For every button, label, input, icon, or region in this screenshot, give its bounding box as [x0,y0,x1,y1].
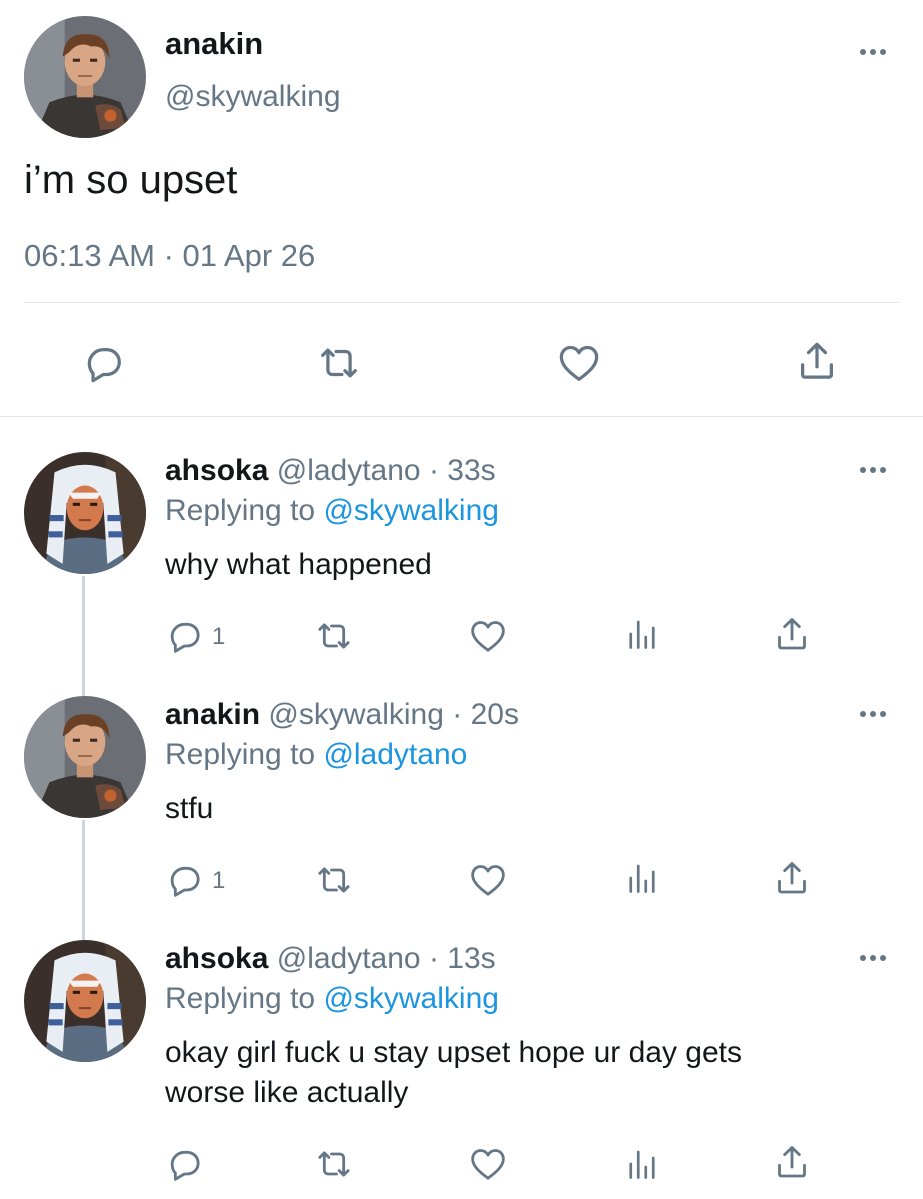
replying-label: Replying to [165,982,316,1015]
handle[interactable]: @ladytano [277,942,421,975]
reply-icon[interactable] [80,340,126,386]
reply-header: ahsoka @ladytano · 33s [165,454,496,488]
reply-icon[interactable] [164,860,204,900]
analytics-icon[interactable] [624,616,660,652]
retweet-icon[interactable] [314,860,354,900]
avatar-ahsoka[interactable] [24,940,146,1062]
replying-label: Replying to [165,494,316,527]
avatar-ahsoka[interactable] [24,452,146,574]
reply-text-line: okay girl fuck u stay upset hope ur day … [165,1036,742,1069]
more-options-icon[interactable] [858,952,888,964]
thread-line [82,820,85,940]
reply-icon[interactable] [164,616,204,656]
replying-to: Replying to @skywalking [165,494,499,528]
divider [0,416,923,417]
thread-line [82,576,85,696]
divider [24,302,899,303]
more-options-icon[interactable] [858,708,888,720]
reply-header: ahsoka @ladytano · 13s [165,942,496,976]
more-options-icon[interactable] [858,464,888,476]
tweet-text: i’m so upset [24,158,238,202]
like-icon[interactable] [468,860,508,900]
reply-time[interactable]: · 13s [429,942,496,975]
share-icon[interactable] [794,338,840,384]
like-icon[interactable] [468,1144,508,1184]
avatar-anakin[interactable] [24,16,146,138]
reply-header: anakin @skywalking · 20s [165,698,519,732]
reply-count: 1 [212,867,226,894]
mention-link[interactable]: @ladytano [323,738,467,771]
reply-text-line: worse like actually [165,1076,409,1109]
retweet-icon[interactable] [314,616,354,656]
analytics-icon[interactable] [624,1146,660,1182]
tweet-timestamp[interactable]: 06:13 AM · 01 Apr 26 [24,238,315,274]
replying-to: Replying to @skywalking [165,982,499,1016]
reply-time[interactable]: · 33s [429,454,496,487]
display-name[interactable]: ahsoka [165,454,268,487]
more-options-icon[interactable] [858,46,888,58]
mention-link[interactable]: @skywalking [323,494,499,527]
reply-icon[interactable] [164,1144,204,1184]
avatar-anakin[interactable] [24,696,146,818]
share-icon[interactable] [772,614,812,654]
like-icon[interactable] [468,616,508,656]
analytics-icon[interactable] [624,860,660,896]
display-name[interactable]: ahsoka [165,942,268,975]
mention-link[interactable]: @skywalking [323,982,499,1015]
reply-time[interactable]: · 20s [452,698,519,731]
like-icon[interactable] [556,340,602,386]
share-icon[interactable] [772,858,812,898]
reply-text: stfu [165,792,214,825]
replying-to: Replying to @ladytano [165,738,467,772]
display-name[interactable]: anakin [165,26,263,62]
reply-text: why what happened [165,548,432,581]
retweet-icon[interactable] [316,340,362,386]
handle[interactable]: @skywalking [165,80,341,114]
display-name[interactable]: anakin [165,698,260,731]
handle[interactable]: @ladytano [277,454,421,487]
handle[interactable]: @skywalking [268,698,444,731]
retweet-icon[interactable] [314,1144,354,1184]
replying-label: Replying to [165,738,316,771]
share-icon[interactable] [772,1142,812,1182]
reply-count: 1 [212,623,226,650]
